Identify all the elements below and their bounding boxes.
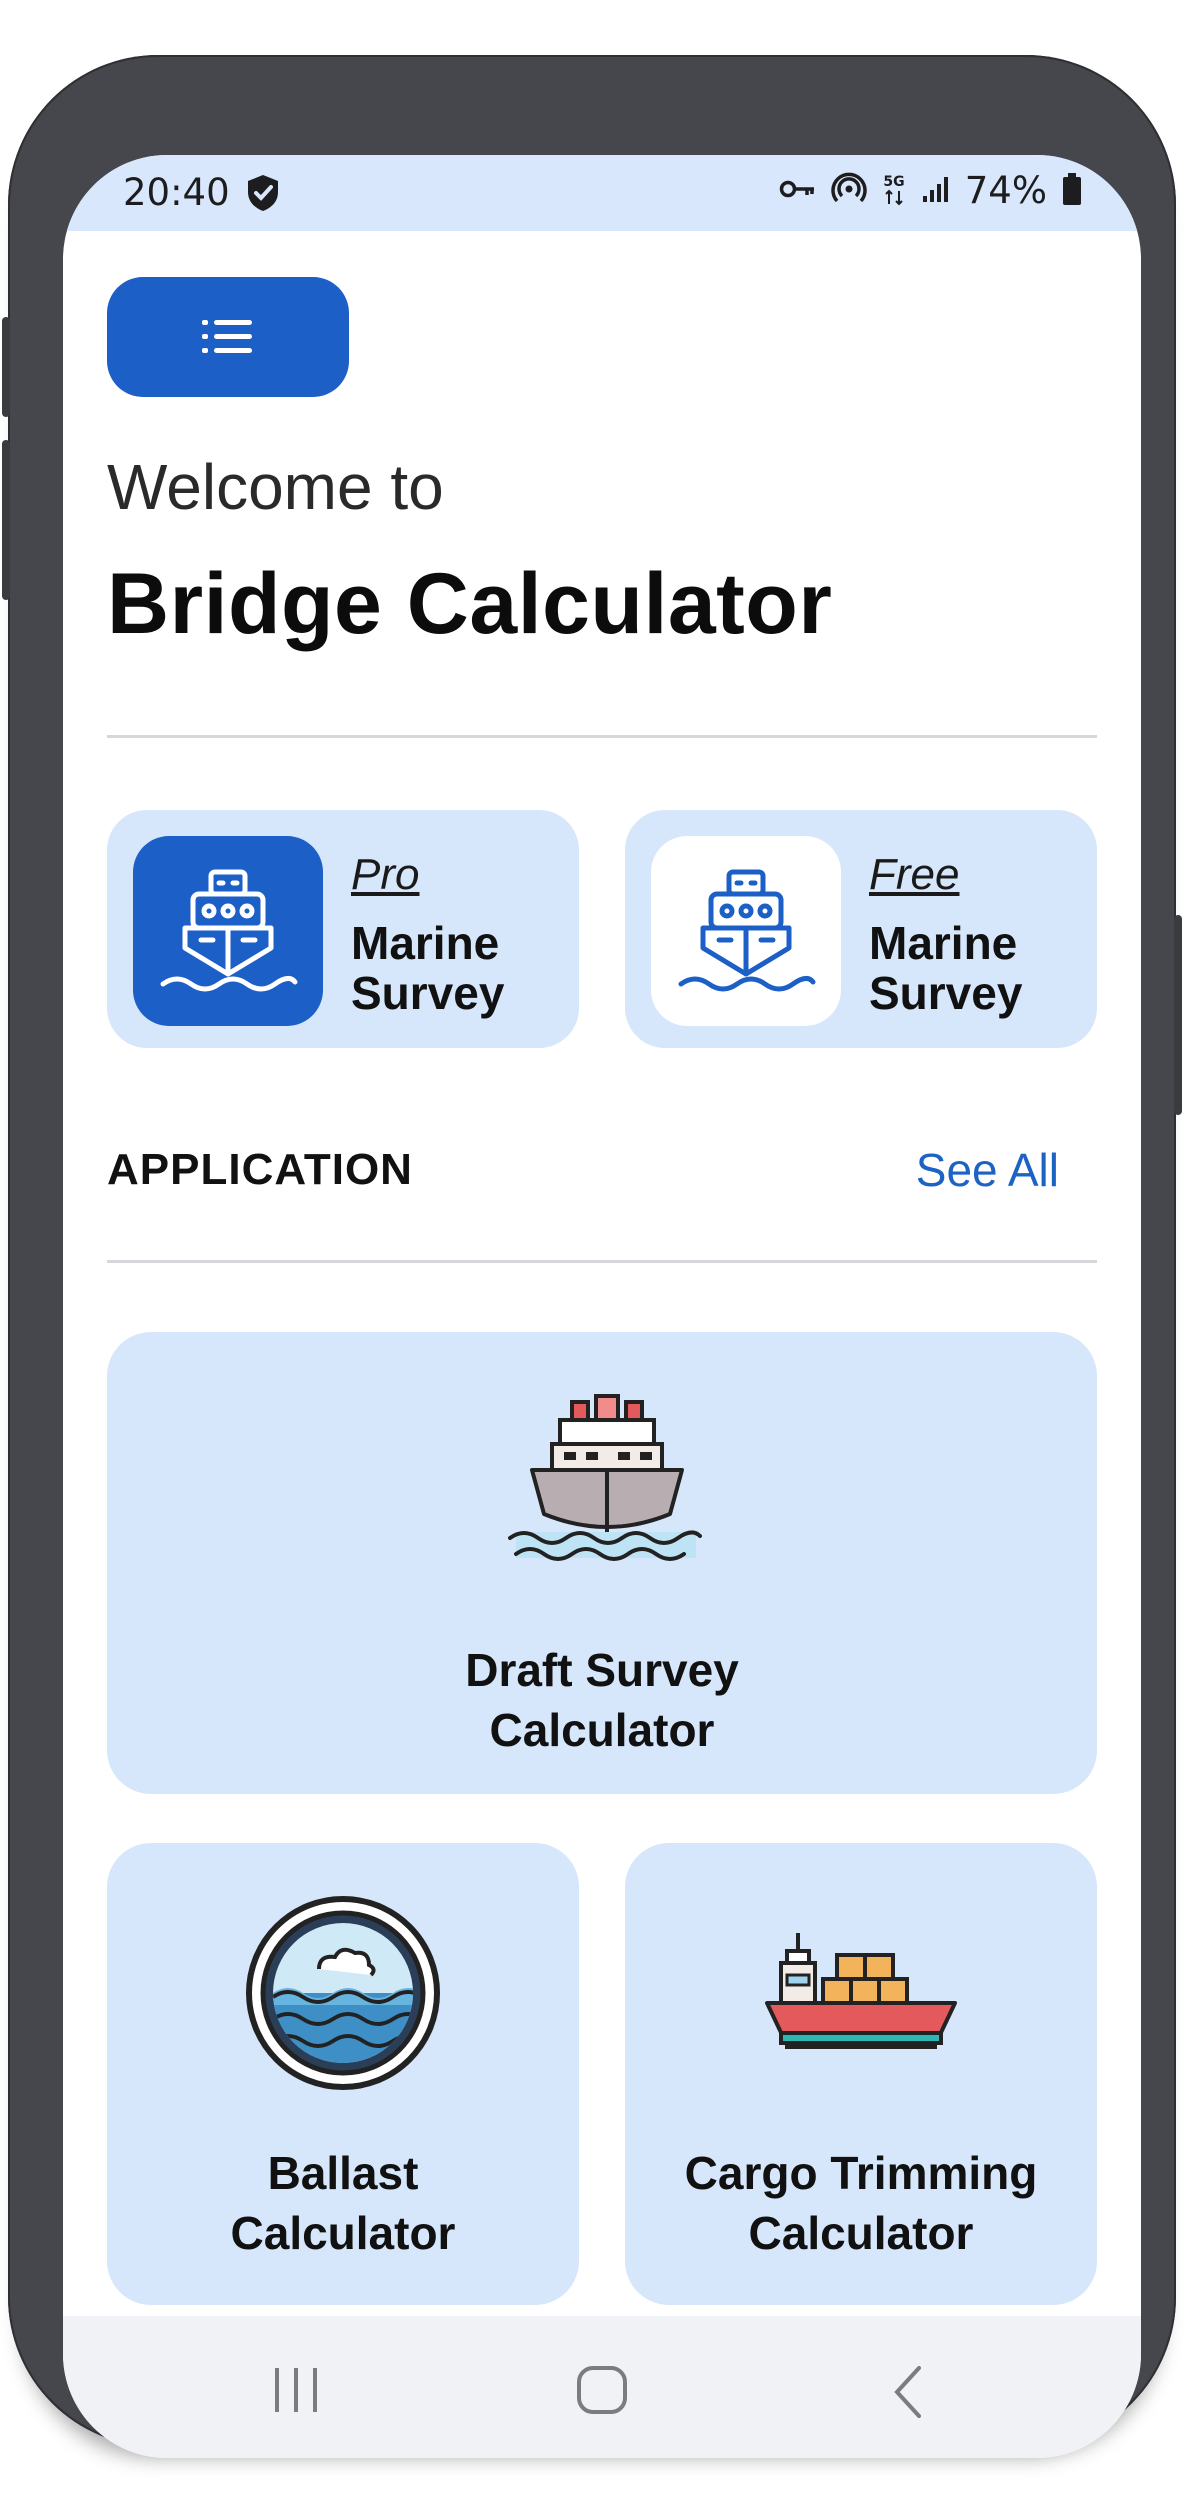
hotspot-icon xyxy=(831,171,867,211)
tier-label: Pro xyxy=(351,850,420,899)
navigation-bar xyxy=(63,2316,1141,2458)
survey-name-line: Marine xyxy=(351,917,500,969)
app-card-label-line: Ballast xyxy=(267,2147,419,2199)
app-card-label-line: Calculator xyxy=(489,1704,715,1756)
free-marine-survey-card[interactable]: Free Marine Survey xyxy=(625,810,1097,1048)
status-time: 20:40 xyxy=(123,171,230,214)
5g-icon: 5G xyxy=(881,171,907,211)
battery-icon xyxy=(1061,171,1083,211)
divider xyxy=(107,1260,1097,1263)
app-card-label-line: Calculator xyxy=(748,2207,974,2259)
app-card-label-line: Cargo Trimming xyxy=(684,2147,1038,2199)
app-card-label: Ballast Calculator xyxy=(107,2143,579,2263)
recent-apps-icon[interactable] xyxy=(271,2364,321,2420)
page-title: Bridge Calculator xyxy=(107,556,833,652)
ship-icon xyxy=(133,836,323,1026)
phone-frame: 20:40 5G 74% Welcome to Bridge Calculato… xyxy=(2,55,1182,2458)
divider xyxy=(107,735,1097,738)
app-card-label-line: Calculator xyxy=(230,2207,456,2259)
app-card-label: Cargo Trimming Calculator xyxy=(625,2143,1097,2263)
ship-icon xyxy=(502,1382,702,1586)
welcome-text: Welcome to xyxy=(107,451,444,523)
signal-icon xyxy=(921,174,951,208)
survey-name-line: Survey xyxy=(869,967,1023,1019)
section-title: APPLICATION xyxy=(107,1145,413,1194)
cargo-trimming-calculator-card[interactable]: Cargo Trimming Calculator xyxy=(625,1843,1097,2305)
ballast-calculator-card[interactable]: Ballast Calculator xyxy=(107,1843,579,2305)
svg-text:5G: 5G xyxy=(883,174,904,190)
survey-name-line: Marine xyxy=(869,917,1018,969)
side-button xyxy=(2,440,10,600)
home-icon[interactable] xyxy=(575,2364,629,2420)
pro-marine-survey-card[interactable]: Pro Marine Survey xyxy=(107,810,579,1048)
see-all-link[interactable]: See All xyxy=(916,1143,1059,1197)
cargo-ship-icon xyxy=(761,1923,961,2077)
survey-name: Marine Survey xyxy=(351,918,504,1018)
status-bar: 20:40 5G 74% xyxy=(63,155,1141,231)
battery-percent: 74% xyxy=(964,169,1047,212)
app-card-label-line: Draft Survey xyxy=(465,1644,739,1696)
water-porthole-icon xyxy=(243,1893,443,2097)
draft-survey-calculator-card[interactable]: Draft Survey Calculator xyxy=(107,1332,1097,1794)
side-button xyxy=(1174,915,1182,1115)
survey-name-line: Survey xyxy=(351,967,505,1019)
shield-icon xyxy=(245,173,281,217)
back-icon[interactable] xyxy=(889,2364,929,2424)
menu-icon xyxy=(202,320,252,353)
key-icon xyxy=(779,177,817,205)
survey-name: Marine Survey xyxy=(869,918,1022,1018)
side-button xyxy=(2,317,10,417)
screen: 20:40 5G 74% Welcome to Bridge Calculato… xyxy=(63,155,1141,2458)
status-icons: 5G 74% xyxy=(779,169,1083,212)
app-card-label: Draft Survey Calculator xyxy=(107,1640,1097,1760)
tier-label: Free xyxy=(869,850,960,899)
menu-button[interactable] xyxy=(107,277,349,397)
ship-icon xyxy=(651,836,841,1026)
